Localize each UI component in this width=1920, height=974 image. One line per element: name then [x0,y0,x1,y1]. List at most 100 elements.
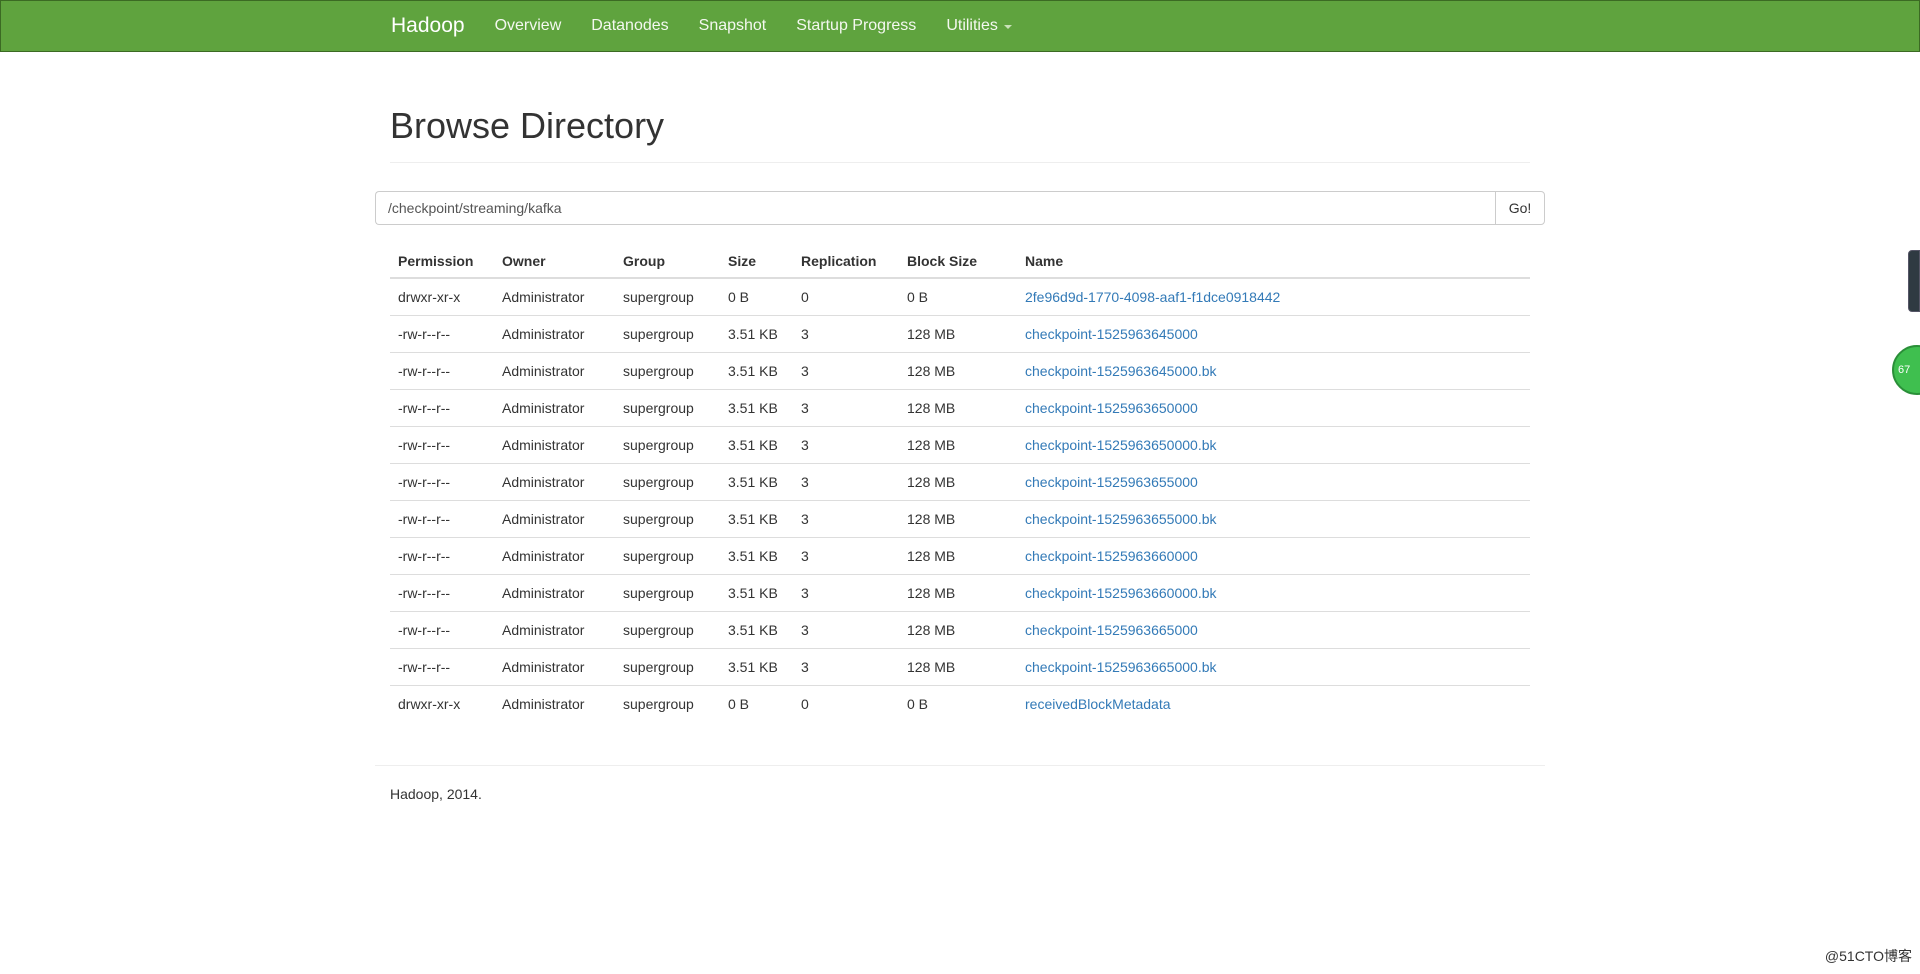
cell-name: checkpoint-1525963660000.bk [1017,574,1530,612]
cell-owner: Administrator [502,289,585,305]
file-link[interactable]: checkpoint-1525963655000.bk [1025,511,1217,527]
table-row: -rw-r--r-- Administrator supergroup 3.51… [390,389,1530,427]
col-name[interactable]: Name [1017,241,1530,279]
cell-name: checkpoint-1525963655000.bk [1017,500,1530,538]
cell-block-size: 128 MB [899,389,1017,427]
cell-owner: Administrator [494,389,615,427]
nav-utilities-dropdown[interactable]: Utilities [931,17,1027,35]
cell-owner: Administrator [494,315,615,353]
cell-replication: 0 [801,289,809,305]
table-row: -rw-r--r-- Administrator supergroup 3.51… [390,352,1530,390]
cell-replication: 3 [793,648,899,686]
cell-group: supergroup [615,500,720,538]
cell-size: 3.51 KB [720,463,793,501]
nav-utilities-label: Utilities [946,17,998,34]
cell-permission: -rw-r--r-- [390,648,494,686]
floating-badge[interactable]: 67 [1892,345,1920,395]
table-header-row: Permission Owner Group Size Replication … [390,241,1530,279]
cell-owner: Administrator [494,463,615,501]
table-row: -rw-r--r-- Administrator supergroup 3.51… [390,537,1530,575]
cell-size: 3.51 KB [720,500,793,538]
col-size[interactable]: Size [720,241,793,279]
cell-owner: Administrator [494,426,615,464]
cell-name: checkpoint-1525963650000 [1017,389,1530,427]
cell-group: supergroup [615,537,720,575]
cell-name: 2fe96d9d-1770-4098-aaf1-f1dce0918442 [1017,278,1530,316]
cell-owner: Administrator [494,537,615,575]
cell-group: supergroup [615,611,720,649]
file-link[interactable]: checkpoint-1525963665000.bk [1025,659,1217,675]
cell-permission: -rw-r--r-- [390,352,494,390]
cell-block-size: 128 MB [899,648,1017,686]
path-search-bar: Go! [375,191,1545,225]
file-link[interactable]: checkpoint-1525963650000 [1025,400,1198,416]
table-row: -rw-r--r-- Administrator supergroup 3.51… [390,315,1530,353]
cell-replication: 3 [793,611,899,649]
cell-owner: Administrator [494,500,615,538]
table-row: drwxr-xr-x Administrator supergroup 0 B … [390,685,1530,722]
go-button[interactable]: Go! [1495,191,1545,225]
brand-link[interactable]: Hadoop [391,14,465,38]
cell-block-size: 128 MB [899,574,1017,612]
cell-name: checkpoint-1525963645000.bk [1017,352,1530,390]
cell-permission: -rw-r--r-- [390,574,494,612]
cell-block-size: 0 B [907,289,929,305]
cell-replication: 3 [793,574,899,612]
file-link[interactable]: checkpoint-1525963665000 [1025,622,1198,638]
col-block-size[interactable]: Block Size [899,241,1017,279]
file-link[interactable]: checkpoint-1525963645000.bk [1025,363,1217,379]
table-body: drwxr-xr-x Administrator supergroup 0 B … [390,278,1530,722]
cell-name: checkpoint-1525963660000 [1017,537,1530,575]
cell-name: checkpoint-1525963665000.bk [1017,648,1530,686]
col-replication[interactable]: Replication [793,241,899,279]
table-row: -rw-r--r-- Administrator supergroup 3.51… [390,426,1530,464]
footer-text: Hadoop, 2014. [390,786,482,802]
footer: Hadoop, 2014. [375,765,1545,822]
side-panel-handle[interactable] [1908,250,1920,312]
nav-datanodes[interactable]: Datanodes [576,17,683,35]
table-row: -rw-r--r-- Administrator supergroup 3.51… [390,574,1530,612]
cell-permission: -rw-r--r-- [390,426,494,464]
cell-size: 0 B [720,685,793,722]
col-owner[interactable]: Owner [494,241,615,279]
cell-name: checkpoint-1525963665000 [1017,611,1530,649]
file-link[interactable]: checkpoint-1525963650000.bk [1025,437,1217,453]
table-row: -rw-r--r-- Administrator supergroup 3.51… [390,611,1530,649]
cell-owner: Administrator [494,685,615,722]
file-link[interactable]: checkpoint-1525963655000 [1025,474,1198,490]
nav-startup-progress[interactable]: Startup Progress [781,17,931,35]
col-permission[interactable]: Permission [390,241,494,279]
cell-group: supergroup [615,352,720,390]
cell-replication: 3 [793,315,899,353]
watermark: @51CTO博客 [1824,948,1912,964]
table-row: drwxr-xr-x Administrator supergroup 0 B … [390,278,1530,316]
cell-permission: drwxr-xr-x [390,685,494,722]
cell-replication: 3 [793,352,899,390]
cell-group: supergroup [615,648,720,686]
cell-name: receivedBlockMetadata [1017,685,1530,722]
cell-size: 3.51 KB [720,426,793,464]
file-link[interactable]: checkpoint-1525963660000 [1025,548,1198,564]
main-container: Browse Directory Go! Permission Owner Gr… [375,50,1545,802]
file-link[interactable]: checkpoint-1525963645000 [1025,326,1198,342]
file-link[interactable]: 2fe96d9d-1770-4098-aaf1-f1dce0918442 [1025,289,1280,305]
path-input[interactable] [375,191,1495,225]
cell-group: supergroup [615,685,720,722]
table-row: -rw-r--r-- Administrator supergroup 3.51… [390,648,1530,686]
page-header: Browse Directory [390,106,1530,163]
cell-permission: -rw-r--r-- [390,500,494,538]
cell-size: 3.51 KB [720,611,793,649]
nav-overview[interactable]: Overview [480,17,577,35]
nav-snapshot[interactable]: Snapshot [684,17,782,35]
cell-block-size: 128 MB [899,315,1017,353]
cell-block-size: 128 MB [899,352,1017,390]
cell-owner: Administrator [494,352,615,390]
col-group[interactable]: Group [615,241,720,279]
cell-group: supergroup [615,389,720,427]
file-link[interactable]: checkpoint-1525963660000.bk [1025,585,1217,601]
cell-group: supergroup [615,426,720,464]
cell-replication: 3 [793,463,899,501]
cell-block-size: 128 MB [899,426,1017,464]
table-row: -rw-r--r-- Administrator supergroup 3.51… [390,500,1530,538]
file-link[interactable]: receivedBlockMetadata [1025,696,1171,712]
